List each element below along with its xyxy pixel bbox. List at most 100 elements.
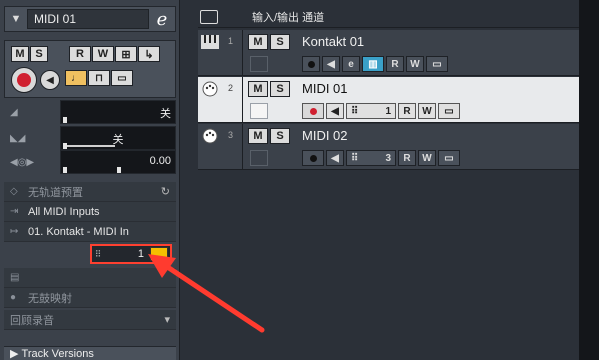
preset-row[interactable]: ◇ 无轨道预置 ↻ xyxy=(4,182,176,202)
reset-icon[interactable]: ↻ xyxy=(161,185,170,198)
mute-button[interactable]: M xyxy=(248,81,268,97)
write-automation-button[interactable]: W xyxy=(92,46,114,62)
mute-button[interactable]: M xyxy=(248,34,268,50)
output-routing-row[interactable]: ↦ 01. Kontakt - MIDI In xyxy=(4,222,176,242)
track-number: 2 xyxy=(228,83,234,93)
input-routing-row[interactable]: ⇥ All MIDI Inputs xyxy=(4,202,176,222)
mute-button[interactable]: M xyxy=(248,128,268,144)
solo-button[interactable]: S xyxy=(270,128,290,144)
volume-handle[interactable] xyxy=(63,117,67,123)
track-versions-section[interactable]: ▶ Track Versions xyxy=(4,346,176,360)
track-controls: M S R W ⊞ ↳ ◀ ♩ ⊓ ▭ xyxy=(4,40,176,98)
track-separator xyxy=(242,30,243,76)
instrument-track-icon xyxy=(200,34,220,50)
expression-icon: ▤ xyxy=(10,272,20,283)
keyboard-edit-icon[interactable] xyxy=(150,247,168,261)
inspector-header: ▼ MIDI 01 e xyxy=(4,6,176,32)
volume-icon: ◢ xyxy=(10,106,18,118)
solo-button[interactable]: S xyxy=(270,34,290,50)
expand-triangle-icon[interactable]: ▶ xyxy=(10,347,22,360)
read-automation-button[interactable]: R xyxy=(398,150,416,166)
edit-instrument-icon[interactable]: e xyxy=(342,56,360,72)
collapse-triangle-icon[interactable]: ▼ xyxy=(5,7,27,31)
read-automation-button[interactable]: R xyxy=(386,56,404,72)
write-automation-button[interactable]: W xyxy=(406,56,424,72)
channel-drag-icon: ⠿ xyxy=(94,248,102,259)
track-separator xyxy=(242,124,243,170)
midi-track-icon xyxy=(200,81,220,97)
edit-instrument-icon[interactable]: e xyxy=(149,7,175,31)
volume-value: 关 xyxy=(160,108,171,120)
drum-map-row[interactable]: ● 无鼓映射 xyxy=(4,288,176,308)
delay-handle[interactable] xyxy=(117,167,121,173)
note-mode-icon[interactable]: ♩ xyxy=(65,70,87,86)
track-color-box[interactable] xyxy=(250,150,268,166)
track-number: 3 xyxy=(228,130,234,140)
delay-fader[interactable]: 0.00 xyxy=(60,150,176,174)
track-row-3[interactable]: 3 M S MIDI 02 ◀ ⠿ 3 R W ▭ xyxy=(198,124,579,170)
editor-icon[interactable]: ⊞ xyxy=(115,46,137,62)
dropdown-chevron-icon[interactable]: ▾ xyxy=(164,313,170,326)
read-automation-button[interactable]: R xyxy=(69,46,91,62)
drum-map-icon: ● xyxy=(10,292,17,303)
track-color-box[interactable] xyxy=(250,56,268,72)
pan-fader[interactable]: 关 xyxy=(60,126,176,150)
track-row-1[interactable]: 1 M S Kontakt 01 ◀ e ▥ R W ▭ xyxy=(198,30,579,76)
mute-button[interactable]: M xyxy=(11,46,29,62)
track-name-field[interactable]: MIDI 01 xyxy=(27,9,149,29)
track-name[interactable]: MIDI 01 xyxy=(302,81,348,96)
track-versions-label: Track Versions xyxy=(21,347,94,360)
volume-fader[interactable]: 关 xyxy=(60,100,176,124)
keyboard-icon[interactable]: ▭ xyxy=(111,70,133,86)
keyboard-icon[interactable]: ▭ xyxy=(438,150,460,166)
midi-channel-field[interactable]: ⠿ 3 xyxy=(346,150,396,166)
midi-track-icon xyxy=(200,128,220,144)
vertical-scrollbar[interactable] xyxy=(579,0,599,360)
record-enable-icon[interactable] xyxy=(302,56,320,72)
write-automation-button[interactable]: W xyxy=(418,150,436,166)
track-name[interactable]: Kontakt 01 xyxy=(302,34,364,49)
pan-handle[interactable] xyxy=(63,143,67,149)
monitor-icon[interactable]: ◀ xyxy=(326,150,344,166)
solo-button[interactable]: S xyxy=(30,46,48,62)
monitor-icon[interactable]: ◀ xyxy=(326,103,344,119)
record-enable-icon[interactable] xyxy=(302,103,324,119)
input-routing-label: All MIDI Inputs xyxy=(28,205,100,218)
delay-handle-left[interactable] xyxy=(63,167,67,173)
keyboard-icon[interactable]: ▭ xyxy=(438,103,460,119)
track-row-2[interactable]: 2 M S MIDI 01 ◀ ⠿ 1 R W ▭ xyxy=(198,77,579,123)
routing-list: ◇ 无轨道预置 ↻ ⇥ All MIDI Inputs ↦ 01. Kontak… xyxy=(4,182,176,242)
drum-map-label: 无鼓映射 xyxy=(28,292,72,305)
inspector-panel: ▼ MIDI 01 e M S R W ⊞ ↳ ◀ ♩ ⊓ ▭ ◢ 关 ◣◢ 关… xyxy=(0,0,180,360)
drag-dots-icon: ⠿ xyxy=(351,152,359,164)
delay-value: 0.00 xyxy=(149,155,171,167)
track-color-box[interactable] xyxy=(250,103,268,119)
write-automation-button[interactable]: W xyxy=(418,103,436,119)
monitor-button[interactable]: ◀ xyxy=(40,70,60,90)
retro-record-row[interactable]: 回顾录音 ▾ xyxy=(4,310,176,330)
lock-icon[interactable]: ⊓ xyxy=(88,70,110,86)
folder-icon[interactable] xyxy=(200,9,218,24)
midi-channel-field[interactable]: ⠿ 1 xyxy=(346,103,396,119)
monitor-icon[interactable]: ◀ xyxy=(322,56,340,72)
keyboard-icon[interactable]: ▭ xyxy=(426,56,448,72)
expression-row[interactable]: ▤ xyxy=(4,268,176,288)
output-icon: ↦ xyxy=(10,226,19,237)
output-routing-icon[interactable]: ↳ xyxy=(138,46,160,62)
pan-icon: ◣◢ xyxy=(10,132,26,144)
read-automation-button[interactable]: R xyxy=(398,103,416,119)
midi-channel-value: 3 xyxy=(385,152,391,164)
preset-label: 无轨道预置 xyxy=(28,186,83,199)
instrument-icon[interactable]: ▥ xyxy=(362,56,384,72)
track-separator xyxy=(242,77,243,123)
midi-channel-field[interactable]: ⠿ 1 xyxy=(90,244,172,264)
track-name[interactable]: MIDI 02 xyxy=(302,128,348,143)
solo-button[interactable]: S xyxy=(270,81,290,97)
record-enable-icon[interactable] xyxy=(302,150,324,166)
midi-channel-value: 1 xyxy=(137,248,144,260)
track-list: 输入/输出 通道 1 M S Kontakt 01 ◀ e ▥ R W ▭ 2 xyxy=(190,0,599,360)
delay-icon: ◀◎▶ xyxy=(10,156,35,168)
record-enable-button[interactable] xyxy=(11,67,37,93)
midi-channel-value: 1 xyxy=(385,105,391,117)
volume-row: ◢ 关 xyxy=(4,100,176,124)
